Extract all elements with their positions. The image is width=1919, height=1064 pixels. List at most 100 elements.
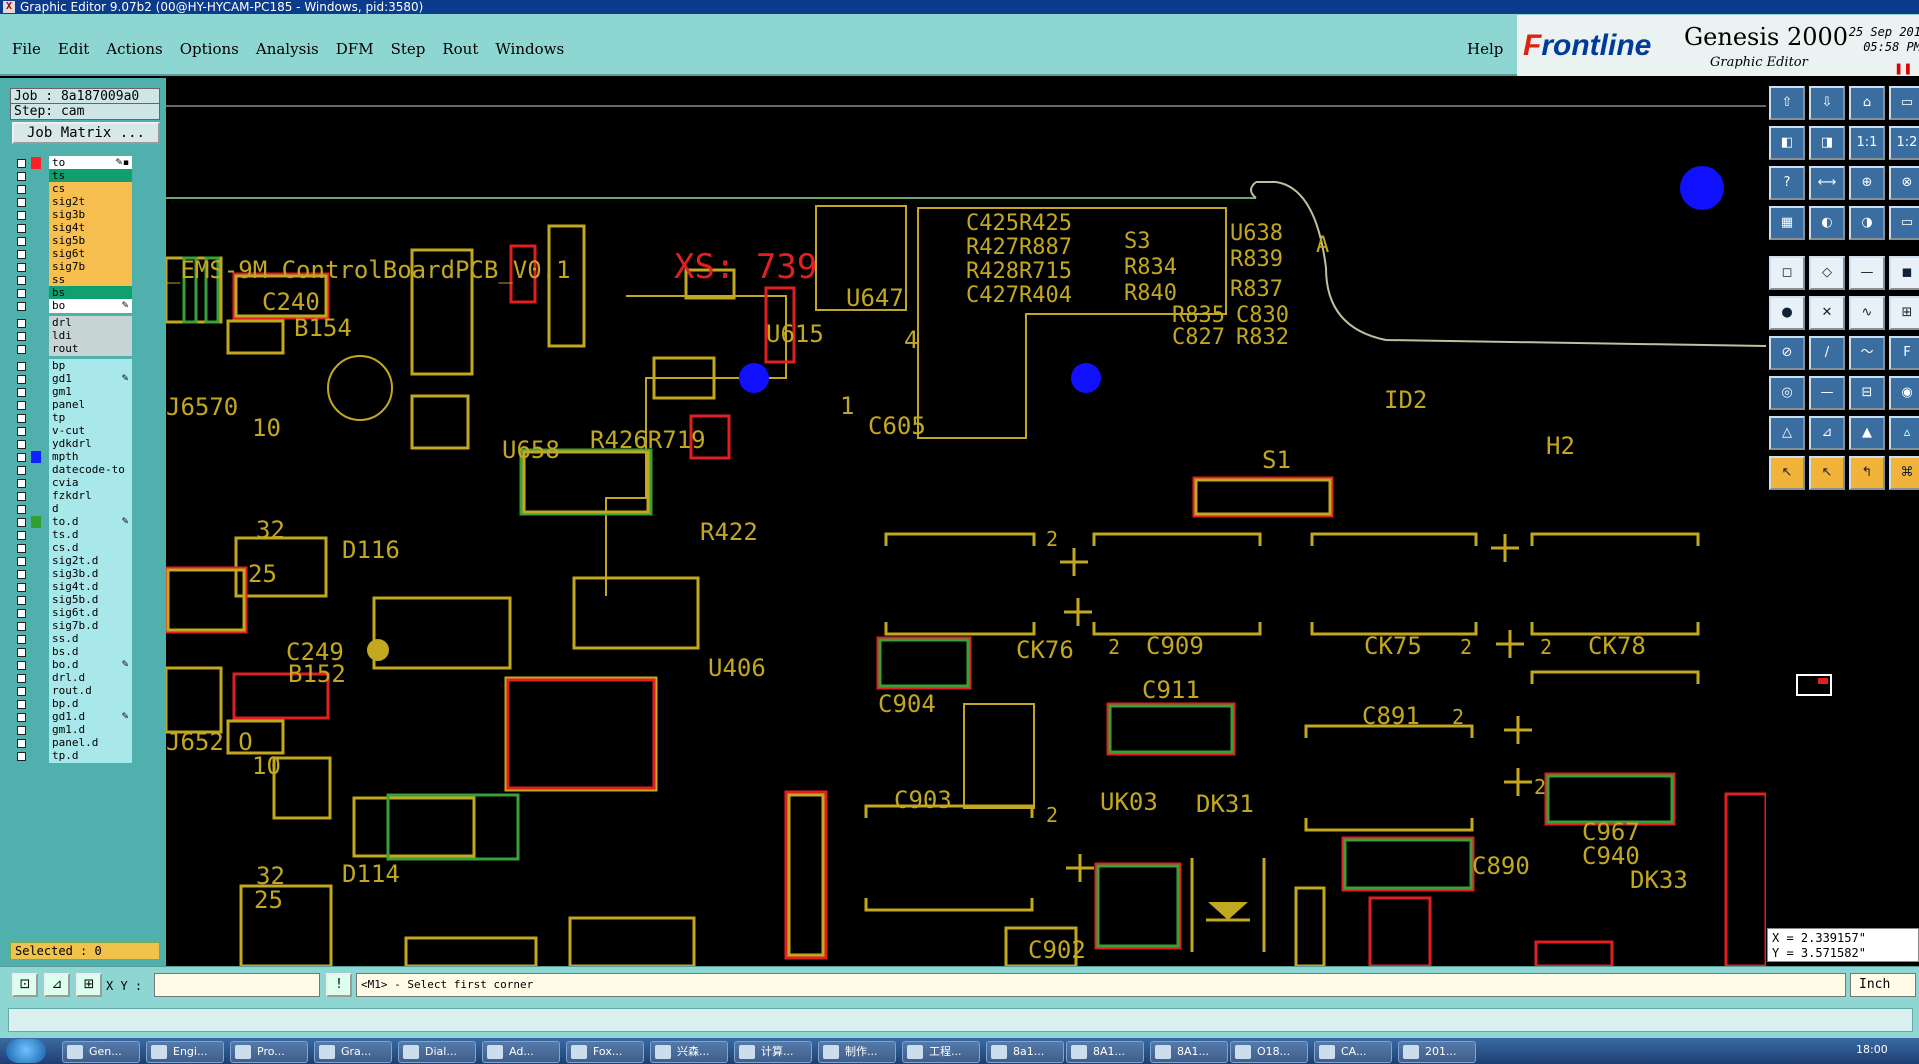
menu-analysis[interactable]: Analysis: [256, 40, 319, 58]
layer-checkbox[interactable]: [17, 622, 26, 631]
tool-button[interactable]: ◨: [1809, 126, 1845, 160]
layer-checkbox[interactable]: [17, 362, 26, 371]
layer-row[interactable]: bp: [14, 359, 132, 373]
layer-row[interactable]: cs.d: [14, 541, 132, 555]
layer-checkbox[interactable]: [17, 185, 26, 194]
tool-button[interactable]: ⊿: [1809, 416, 1845, 450]
layer-checkbox[interactable]: [17, 596, 26, 605]
tool-button[interactable]: ◎: [1769, 376, 1805, 410]
tool-button[interactable]: F: [1889, 336, 1919, 370]
tool-button[interactable]: ▭: [1889, 86, 1919, 120]
layer-name[interactable]: sig2t: [49, 195, 132, 209]
layer-checkbox[interactable]: [17, 401, 26, 410]
layer-checkbox[interactable]: [17, 635, 26, 644]
layer-row[interactable]: bs.d: [14, 645, 132, 659]
taskbar-item[interactable]: 8A1...: [1066, 1041, 1144, 1063]
tool-button[interactable]: —: [1809, 376, 1845, 410]
menu-edit[interactable]: Edit: [58, 40, 89, 58]
layer-checkbox[interactable]: [17, 172, 26, 181]
layer-name[interactable]: cs: [49, 182, 132, 196]
tool-button[interactable]: ◑: [1849, 206, 1885, 240]
layer-name[interactable]: ts: [49, 169, 132, 183]
layer-checkbox[interactable]: [17, 263, 26, 272]
layer-name[interactable]: bs.d: [49, 645, 132, 659]
layer-row[interactable]: datecode-to: [14, 463, 132, 477]
layer-row[interactable]: sig2t: [14, 195, 132, 209]
layer-name[interactable]: sig6t.d: [49, 606, 132, 620]
tool-button[interactable]: ⊞: [1889, 296, 1919, 330]
layer-name[interactable]: bp.d: [49, 697, 132, 711]
taskbar-item[interactable]: CA...: [1314, 1041, 1392, 1063]
tool-button[interactable]: ◉: [1889, 376, 1919, 410]
layer-checkbox[interactable]: [17, 583, 26, 592]
layer-checkbox[interactable]: [17, 492, 26, 501]
layer-row[interactable]: cvia: [14, 476, 132, 490]
tool-button[interactable]: ?: [1769, 166, 1805, 200]
layer-name[interactable]: tp: [49, 411, 132, 425]
layer-row[interactable]: tp: [14, 411, 132, 425]
menu-rout[interactable]: Rout: [442, 40, 478, 58]
tool-button[interactable]: 〜: [1849, 336, 1885, 370]
tool-button[interactable]: ∿: [1849, 296, 1885, 330]
layer-checkbox[interactable]: [17, 518, 26, 527]
layer-row[interactable]: sig3b.d: [14, 567, 132, 581]
layer-row[interactable]: ydkdrl: [14, 437, 132, 451]
tool-button[interactable]: ↰: [1849, 456, 1885, 490]
start-button[interactable]: [6, 1039, 46, 1063]
layer-name[interactable]: gm1.d: [49, 723, 132, 737]
layer-row[interactable]: sig4t.d: [14, 580, 132, 594]
tool-button[interactable]: ▲: [1849, 416, 1885, 450]
layer-name[interactable]: cvia: [49, 476, 132, 490]
taskbar-item[interactable]: Dial...: [398, 1041, 476, 1063]
layer-row[interactable]: v-cut: [14, 424, 132, 438]
alert-button[interactable]: !: [326, 973, 352, 997]
layer-name[interactable]: ts.d: [49, 528, 132, 542]
layer-checkbox[interactable]: [17, 250, 26, 259]
layer-name[interactable]: rout.d: [49, 684, 132, 698]
layer-checkbox[interactable]: [17, 414, 26, 423]
tool-button[interactable]: ⊕: [1849, 166, 1885, 200]
tool-button[interactable]: ⊘: [1769, 336, 1805, 370]
layer-name[interactable]: bo.d: [49, 658, 132, 672]
tool-button[interactable]: ⇧: [1769, 86, 1805, 120]
layer-row[interactable]: cs: [14, 182, 132, 196]
layer-checkbox[interactable]: [17, 505, 26, 514]
layer-checkbox[interactable]: [17, 674, 26, 683]
tool-button[interactable]: /: [1809, 336, 1845, 370]
layer-row[interactable]: gd1.d ✎: [14, 710, 132, 724]
layer-row[interactable]: panel.d: [14, 736, 132, 750]
layer-checkbox[interactable]: [17, 427, 26, 436]
layer-row[interactable]: d: [14, 502, 132, 516]
taskbar-item[interactable]: Pro...: [230, 1041, 308, 1063]
taskbar-item[interactable]: Engi...: [146, 1041, 224, 1063]
layer-checkbox[interactable]: [17, 752, 26, 761]
grid-tool-button[interactable]: ⊞: [76, 973, 102, 997]
graphic-canvas[interactable]: _EMS-9M ControlBoardPCB_V0.1 ID2 C240 B1…: [166, 78, 1766, 966]
menu-windows[interactable]: Windows: [495, 40, 564, 58]
layer-name[interactable]: rout: [49, 342, 132, 356]
layer-name[interactable]: panel: [49, 398, 132, 412]
layer-checkbox[interactable]: [17, 453, 26, 462]
layer-name[interactable]: to.d: [49, 515, 132, 529]
app-icon[interactable]: X: [3, 1, 15, 13]
layer-checkbox[interactable]: [17, 544, 26, 553]
layer-name[interactable]: gd1.d: [49, 710, 132, 724]
layer-row[interactable]: to.d ✎: [14, 515, 132, 529]
taskbar-item[interactable]: 计算...: [734, 1041, 812, 1063]
layer-row[interactable]: ts: [14, 169, 132, 183]
taskbar-item[interactable]: 201...: [1398, 1041, 1476, 1063]
tool-button[interactable]: ▭: [1889, 206, 1919, 240]
tool-button[interactable]: ◧: [1769, 126, 1805, 160]
tool-button[interactable]: ↖: [1769, 456, 1805, 490]
layer-name[interactable]: ldi: [49, 329, 132, 343]
layer-row[interactable]: sig5b: [14, 234, 132, 248]
layer-checkbox[interactable]: [17, 726, 26, 735]
tool-button[interactable]: ▵: [1889, 416, 1919, 450]
layer-name[interactable]: sig5b: [49, 234, 132, 248]
layer-name[interactable]: fzkdrl: [49, 489, 132, 503]
layer-checkbox[interactable]: [17, 224, 26, 233]
layer-row[interactable]: bo ✎: [14, 299, 132, 313]
taskbar-item[interactable]: 工程...: [902, 1041, 980, 1063]
layer-name[interactable]: sig2t.d: [49, 554, 132, 568]
layer-name[interactable]: sig6t: [49, 247, 132, 261]
